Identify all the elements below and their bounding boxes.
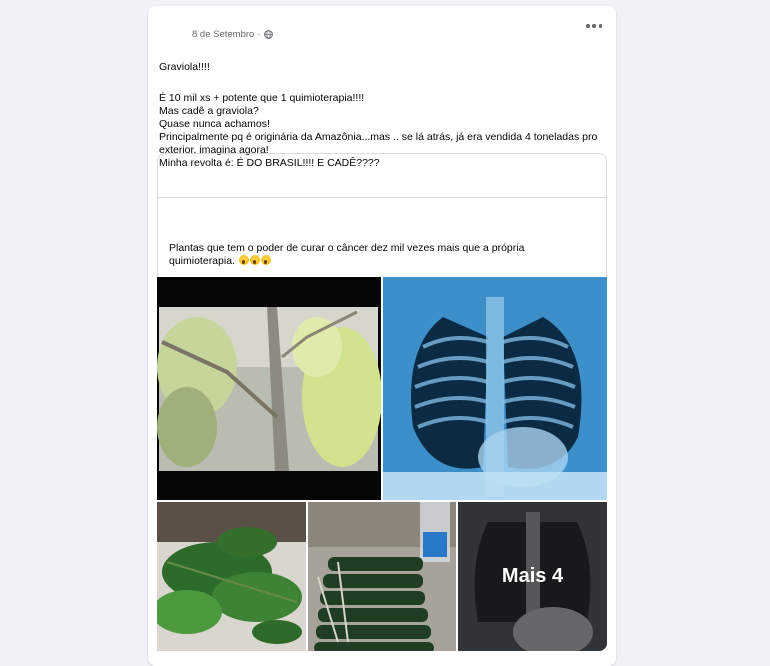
photo-grid: Mais 4 [157, 277, 607, 651]
branch-photo-icon [157, 277, 381, 500]
photo-tile-4[interactable] [308, 502, 456, 651]
astonished-emoji-icon [238, 255, 249, 265]
shared-post-text: Plantas que tem o poder de curar o cânce… [169, 242, 549, 268]
photo-tile-more[interactable]: Mais 4 [458, 502, 607, 651]
globe-icon [263, 30, 273, 39]
photo-tile-1[interactable] [157, 277, 381, 500]
astonished-emoji-icon [249, 255, 260, 265]
post-line-title: Graviola!!!! [159, 61, 210, 73]
astonished-emoji-icon [260, 255, 271, 265]
photo-tile-3[interactable] [157, 502, 306, 651]
shared-post-container[interactable]: Plantas que tem o poder de curar o cânce… [157, 153, 607, 278]
post-meta: 8 de Setembro · [192, 29, 273, 40]
more-photos-label: Mais 4 [501, 565, 564, 587]
shared-text: Plantas que tem o poder de curar o cânce… [169, 242, 525, 267]
post-header: 8 de Setembro · [148, 6, 616, 46]
wrapped-leaves-photo-icon [308, 502, 456, 651]
more-photos-overlay[interactable]: Mais 4 [458, 502, 607, 651]
post-date[interactable]: 8 de Setembro [192, 29, 254, 40]
post-card: 8 de Setembro · Graviola!!!! É 10 mil xs… [148, 6, 616, 666]
meta-separator: · [257, 29, 261, 40]
more-options-icon[interactable] [586, 20, 602, 32]
photo-tile-2[interactable] [383, 277, 607, 500]
chest-xray-icon [383, 277, 607, 500]
shared-post-header [158, 154, 606, 198]
leaves-photo-icon [157, 502, 306, 651]
